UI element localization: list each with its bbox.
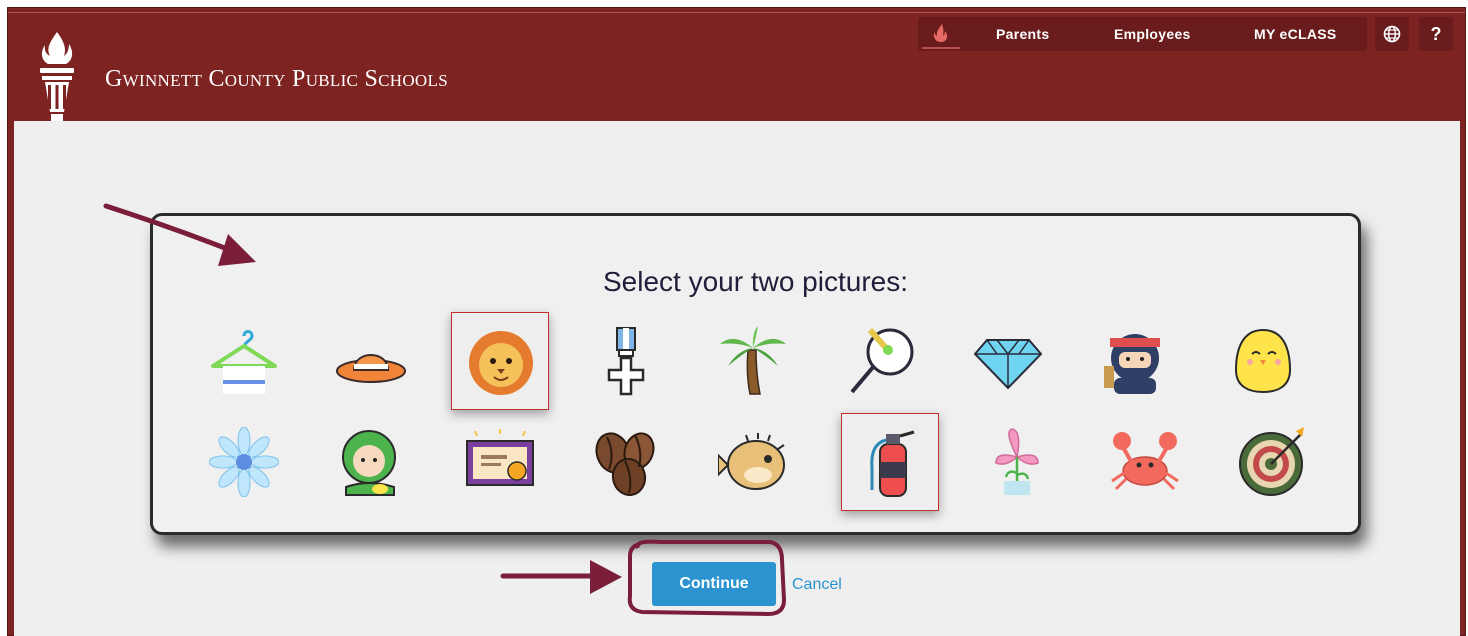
medal-icon <box>607 327 645 396</box>
torch-logo-icon <box>40 32 74 128</box>
picture-crab[interactable] <box>1096 413 1194 511</box>
picture-flower[interactable] <box>195 413 293 511</box>
picture-sun-hat[interactable] <box>322 312 420 410</box>
crab-icon <box>1111 432 1179 491</box>
sun-hat-icon <box>336 354 406 383</box>
continue-button[interactable]: Continue <box>652 562 776 606</box>
picture-dino-kid[interactable] <box>322 413 420 511</box>
lion-icon <box>469 331 533 395</box>
picture-medal[interactable] <box>577 312 675 410</box>
dino-kid-icon <box>342 430 396 496</box>
picture-palm-tree[interactable] <box>704 312 802 410</box>
chick-icon <box>1234 328 1292 394</box>
picture-certificate[interactable] <box>451 413 549 511</box>
app-window: Gwinnett County Public Schools Parents E… <box>7 7 1466 636</box>
picture-coffee-beans[interactable] <box>577 413 675 511</box>
picture-orchid[interactable] <box>968 413 1066 511</box>
flame-icon <box>933 24 948 42</box>
diamond-icon <box>973 339 1043 390</box>
cancel-link[interactable]: Cancel <box>792 576 842 594</box>
picture-prompt: Select your two pictures: <box>602 266 909 297</box>
nav-employees[interactable]: Employees <box>1114 26 1191 42</box>
picture-dartboard[interactable] <box>1224 413 1322 511</box>
picture-selection-panel: Select your two pictures: <box>150 213 1361 535</box>
flower-icon <box>209 427 279 497</box>
picture-hanger[interactable] <box>195 312 293 410</box>
certificate-icon <box>466 429 534 486</box>
top-nav: Parents Employees MY eCLASS <box>918 17 1367 51</box>
pufferfish-icon <box>718 433 785 490</box>
palm-tree-icon <box>720 326 786 395</box>
nav-home-button[interactable] <box>922 21 960 49</box>
picture-lion[interactable] <box>451 312 549 410</box>
globe-icon <box>1383 25 1401 43</box>
main-content: Select your two pictures: Continue Cance… <box>14 121 1460 636</box>
dartboard-icon <box>1239 427 1304 496</box>
hanger-icon <box>211 330 277 394</box>
badminton-icon <box>850 328 914 394</box>
nav-my-eclass[interactable]: MY eCLASS <box>1254 26 1337 42</box>
orchid-icon <box>995 428 1039 495</box>
site-header: Gwinnett County Public Schools Parents E… <box>8 8 1465 128</box>
site-title[interactable]: Gwinnett County Public Schools <box>105 66 448 93</box>
header-rule <box>8 12 1465 13</box>
coffee-beans-icon <box>595 432 655 496</box>
picture-badminton[interactable] <box>832 312 930 410</box>
picture-chick[interactable] <box>1214 312 1312 410</box>
ninja-icon <box>1104 334 1160 394</box>
language-button[interactable] <box>1375 17 1409 51</box>
picture-ninja[interactable] <box>1086 312 1184 410</box>
picture-fire-extinguisher[interactable] <box>841 413 939 511</box>
nav-parents[interactable]: Parents <box>996 26 1049 42</box>
picture-pufferfish[interactable] <box>704 413 802 511</box>
picture-diamond[interactable] <box>959 312 1057 410</box>
fire-extinguisher-icon <box>870 430 915 497</box>
help-button[interactable]: ? <box>1419 17 1453 51</box>
